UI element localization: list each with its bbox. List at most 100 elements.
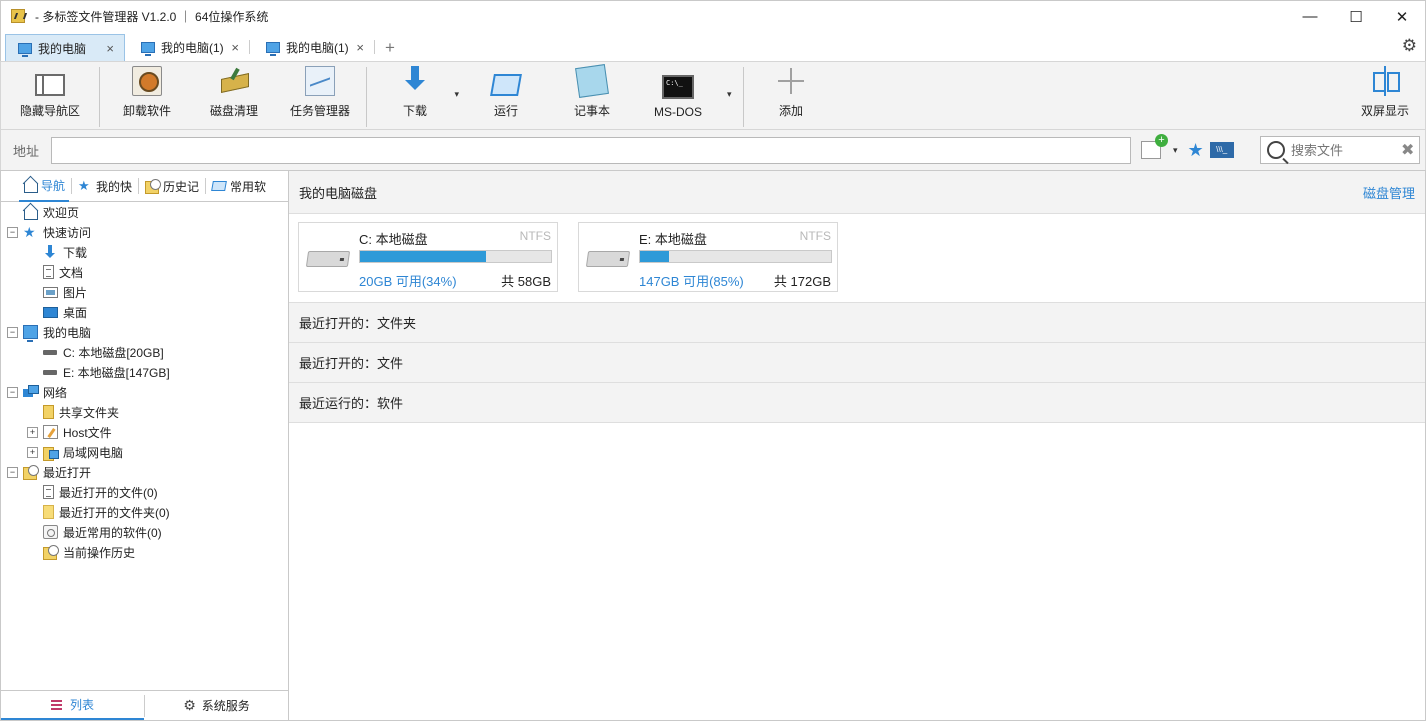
- tree-item-label: E: 本地磁盘[147GB]: [63, 365, 170, 380]
- tab-my-computer-1[interactable]: 我的电脑(1) ×: [129, 34, 249, 61]
- expand-icon[interactable]: +: [27, 426, 38, 438]
- tab-navigation-label: 导航: [41, 178, 66, 193]
- recent-files-header[interactable]: 最近打开的：文件: [289, 343, 1425, 383]
- task-manager-button[interactable]: 任务管理器: [274, 62, 366, 129]
- add-button[interactable]: 添加: [744, 62, 838, 129]
- tree-item-label: C: 本地磁盘[20GB]: [63, 345, 164, 360]
- drive-usage-fill: [360, 251, 487, 262]
- address-input[interactable]: [51, 136, 1131, 164]
- tab-system-services[interactable]: ⚙ 系统服务: [145, 691, 288, 720]
- tab-my-computer[interactable]: 我的电脑 ×: [5, 34, 125, 61]
- new-tab-add-icon[interactable]: [1141, 134, 1168, 159]
- tree-item[interactable]: 文档: [1, 262, 288, 282]
- tree-item[interactable]: 最近常用的软件(0): [1, 522, 288, 542]
- tree-item[interactable]: 当前操作历史: [1, 542, 288, 562]
- tree-item[interactable]: C: 本地磁盘[20GB]: [1, 342, 288, 362]
- new-tab-dropdown-icon[interactable]: ▾: [1173, 145, 1178, 156]
- tree-item-label: 欢迎页: [43, 205, 80, 220]
- drive-total-space: 共 58GB: [501, 274, 551, 289]
- collapse-icon[interactable]: −: [7, 226, 18, 238]
- download-dropdown-icon[interactable]: ▾: [454, 89, 459, 100]
- settings-gear-icon[interactable]: ⚙: [1402, 36, 1417, 56]
- tree-item[interactable]: − 最近打开: [1, 462, 288, 482]
- collapse-icon[interactable]: −: [7, 386, 18, 398]
- tree-item[interactable]: 最近打开的文件夹(0): [1, 502, 288, 522]
- tree-item[interactable]: 共享文件夹: [1, 402, 288, 422]
- tab-my-computer-1b[interactable]: 我的电脑(1) ×: [254, 34, 374, 61]
- tree-item[interactable]: 图片: [1, 282, 288, 302]
- favorite-star-icon[interactable]: ★: [1188, 140, 1204, 161]
- address-bar: 地址 ▾ ★ \\\_ ✖: [0, 130, 1426, 170]
- search-box[interactable]: ✖: [1260, 136, 1420, 164]
- tree-item-label: 共享文件夹: [59, 405, 120, 420]
- recent-software-header[interactable]: 最近运行的：软件: [289, 383, 1425, 423]
- tab-close-icon[interactable]: ×: [106, 41, 114, 56]
- msdos-button[interactable]: C:\_ MS-DOS: [635, 62, 721, 129]
- main-panel: 我的电脑磁盘 磁盘管理 C: 本地磁盘 NTFS 20GB 可用(34%) 共 …: [289, 170, 1426, 721]
- collapse-icon[interactable]: −: [7, 326, 18, 338]
- recent-icon: [23, 465, 39, 480]
- search-icon: [1267, 141, 1285, 159]
- download-button[interactable]: 下载 ▾: [367, 62, 463, 129]
- tab-list[interactable]: 列表: [1, 691, 144, 720]
- uninstall-button[interactable]: 卸载软件: [100, 62, 194, 129]
- notepad-button[interactable]: 记事本: [549, 62, 635, 129]
- tab-common-software[interactable]: 常用软: [208, 171, 270, 202]
- drive-total-space: 共 172GB: [773, 274, 831, 289]
- drive-usage-bar: [639, 250, 832, 263]
- dual-screen-icon: [1370, 66, 1400, 96]
- navigation-panel: 导航 ★ 我的快 历史记 常用软 欢迎页 − ★ 快速访问 下载 文档 图片 桌面 − 我的电脑 C…: [0, 170, 289, 721]
- tree-item[interactable]: E: 本地磁盘[147GB]: [1, 362, 288, 382]
- software-icon: [43, 525, 58, 539]
- tree-item-label: 最近打开的文件(0): [59, 485, 158, 500]
- tree-item[interactable]: + 局域网电脑: [1, 442, 288, 462]
- tab-navigation[interactable]: 导航: [19, 171, 70, 202]
- minimize-button[interactable]: —: [1287, 1, 1333, 32]
- collapse-icon[interactable]: −: [7, 466, 18, 478]
- close-window-button[interactable]: ✕: [1379, 1, 1425, 32]
- disk-clean-icon: [219, 66, 249, 96]
- tab-close-icon[interactable]: ×: [356, 40, 364, 55]
- hard-drive-icon: [305, 251, 351, 267]
- tree-item[interactable]: + Host文件: [1, 422, 288, 442]
- command-line-icon[interactable]: \\\_: [1209, 142, 1234, 158]
- tab-system-services-label: 系统服务: [201, 699, 250, 713]
- drive-free-space: 20GB 可用(34%): [359, 274, 457, 289]
- tab-history[interactable]: 历史记: [141, 171, 203, 202]
- hide-nav-icon: [35, 74, 65, 96]
- msdos-dropdown-icon[interactable]: ▾: [727, 89, 732, 100]
- tab-close-icon[interactable]: ×: [231, 40, 239, 55]
- recent-folders-header[interactable]: 最近打开的：文件夹: [289, 303, 1425, 343]
- drive-card-e[interactable]: E: 本地磁盘 NTFS 147GB 可用(85%) 共 172GB: [578, 222, 838, 292]
- tree-item[interactable]: 最近打开的文件(0): [1, 482, 288, 502]
- disk-clean-button[interactable]: 磁盘清理: [194, 62, 274, 129]
- uninstall-label: 卸载软件: [122, 104, 171, 118]
- maximize-button[interactable]: ☐: [1333, 1, 1379, 32]
- drive-icon: [43, 365, 58, 379]
- dual-screen-button[interactable]: 双屏显示: [1345, 62, 1425, 129]
- tree-item[interactable]: 桌面: [1, 302, 288, 322]
- nav-tabs: 导航 ★ 我的快 历史记 常用软: [1, 171, 288, 202]
- search-input[interactable]: [1291, 142, 1399, 158]
- hide-nav-button[interactable]: 隐藏导航区: [1, 62, 99, 129]
- desktop-icon: [43, 306, 58, 318]
- tree-item[interactable]: 欢迎页: [1, 202, 288, 222]
- drive-card-c[interactable]: C: 本地磁盘 NTFS 20GB 可用(34%) 共 58GB: [298, 222, 558, 292]
- drive-filesystem: NTFS: [799, 229, 831, 243]
- tree-item[interactable]: − 网络: [1, 382, 288, 402]
- drive-usage-fill: [640, 251, 669, 262]
- new-tab-button[interactable]: +: [375, 34, 405, 61]
- window-controls: — ☐ ✕: [1287, 1, 1425, 31]
- tab-my-quick[interactable]: ★ 我的快: [74, 171, 136, 202]
- clear-search-icon[interactable]: ✖: [1401, 140, 1414, 160]
- drive-name: C: 本地磁盘: [359, 232, 428, 247]
- tab-divider: [205, 178, 207, 194]
- run-button[interactable]: 运行: [463, 62, 549, 129]
- tree-item[interactable]: 下载: [1, 242, 288, 262]
- msdos-dropdown[interactable]: ▾: [721, 62, 743, 129]
- tree-item[interactable]: − 我的电脑: [1, 322, 288, 342]
- drive-filesystem: NTFS: [519, 229, 551, 243]
- disk-manage-link[interactable]: 磁盘管理: [1363, 183, 1415, 202]
- tree-item[interactable]: − ★ 快速访问: [1, 222, 288, 242]
- expand-icon[interactable]: +: [27, 446, 38, 458]
